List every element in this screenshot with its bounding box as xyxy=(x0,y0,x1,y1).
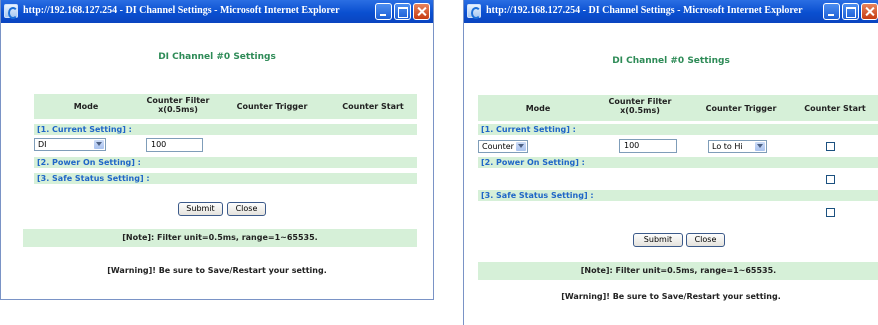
title-bar[interactable]: http://192.168.127.254 - DI Channel Sett… xyxy=(464,0,878,23)
note-text: [Note]: Filter unit=0.5ms, range=1~65535… xyxy=(23,229,417,247)
mode-select[interactable]: Counter xyxy=(478,140,528,153)
window-title: http://192.168.127.254 - DI Channel Sett… xyxy=(23,5,340,16)
chevron-down-icon xyxy=(755,142,765,151)
warning-text: [Warning]! Be sure to Save/Restart your … xyxy=(561,292,781,301)
column-header-start: Counter Start xyxy=(342,102,404,111)
column-header-mode: Mode xyxy=(73,102,99,111)
submit-button[interactable]: Submit xyxy=(178,202,223,216)
column-header-start: Counter Start xyxy=(804,104,866,113)
note-text: [Note]: Filter unit=0.5ms, range=1~65535… xyxy=(478,262,878,280)
counter-start-checkbox-current[interactable] xyxy=(826,142,835,151)
section-safe-status-setting: [3. Safe Status Setting] : xyxy=(478,190,878,201)
counter-trigger-select[interactable]: Lo to Hi xyxy=(708,140,767,153)
warning-text: [Warning]! Be sure to Save/Restart your … xyxy=(107,266,327,275)
column-header-mode: Mode xyxy=(525,104,551,113)
maximize-button[interactable] xyxy=(842,3,859,20)
counter-filter-input[interactable]: 100 xyxy=(146,138,203,152)
close-button[interactable]: Close xyxy=(686,233,725,247)
mode-select[interactable]: DI xyxy=(34,138,106,151)
window-title: http://192.168.127.254 - DI Channel Sett… xyxy=(486,5,803,16)
page-title: DI Channel #0 Settings xyxy=(612,56,730,66)
chevron-down-icon xyxy=(94,140,104,149)
internet-explorer-icon xyxy=(4,4,18,19)
chevron-down-icon xyxy=(516,142,526,151)
section-power-on-setting: [2. Power On Setting] : xyxy=(478,157,878,168)
close-window-button[interactable] xyxy=(861,3,878,20)
column-header-trigger: Counter Trigger xyxy=(236,102,308,111)
submit-button[interactable]: Submit xyxy=(633,233,683,247)
internet-explorer-icon xyxy=(467,4,481,19)
di-settings-window-1: http://192.168.127.254 - DI Channel Sett… xyxy=(0,0,434,300)
column-header-filter: Counter Filter x(0.5ms) xyxy=(608,97,672,115)
section-current-setting: [1. Current Setting] : xyxy=(34,124,417,135)
di-settings-window-2: http://192.168.127.254 - DI Channel Sett… xyxy=(463,0,878,325)
column-header-filter: Counter Filter x(0.5ms) xyxy=(146,96,210,114)
counter-filter-input[interactable]: 100 xyxy=(619,139,677,153)
column-header-trigger: Counter Trigger xyxy=(705,104,777,113)
minimize-button[interactable] xyxy=(823,3,840,20)
counter-start-checkbox-safe-status[interactable] xyxy=(826,208,835,217)
section-safe-status-setting: [3. Safe Status Setting] : xyxy=(34,173,417,184)
title-bar[interactable]: http://192.168.127.254 - DI Channel Sett… xyxy=(1,0,433,23)
section-current-setting: [1. Current Setting] : xyxy=(478,124,878,135)
counter-start-checkbox-power-on[interactable] xyxy=(826,175,835,184)
minimize-button[interactable] xyxy=(375,3,392,20)
section-power-on-setting: [2. Power On Setting] : xyxy=(34,157,417,168)
close-window-button[interactable] xyxy=(413,3,430,20)
maximize-button[interactable] xyxy=(394,3,411,20)
close-button[interactable]: Close xyxy=(227,202,266,216)
page-title: DI Channel #0 Settings xyxy=(158,52,276,62)
